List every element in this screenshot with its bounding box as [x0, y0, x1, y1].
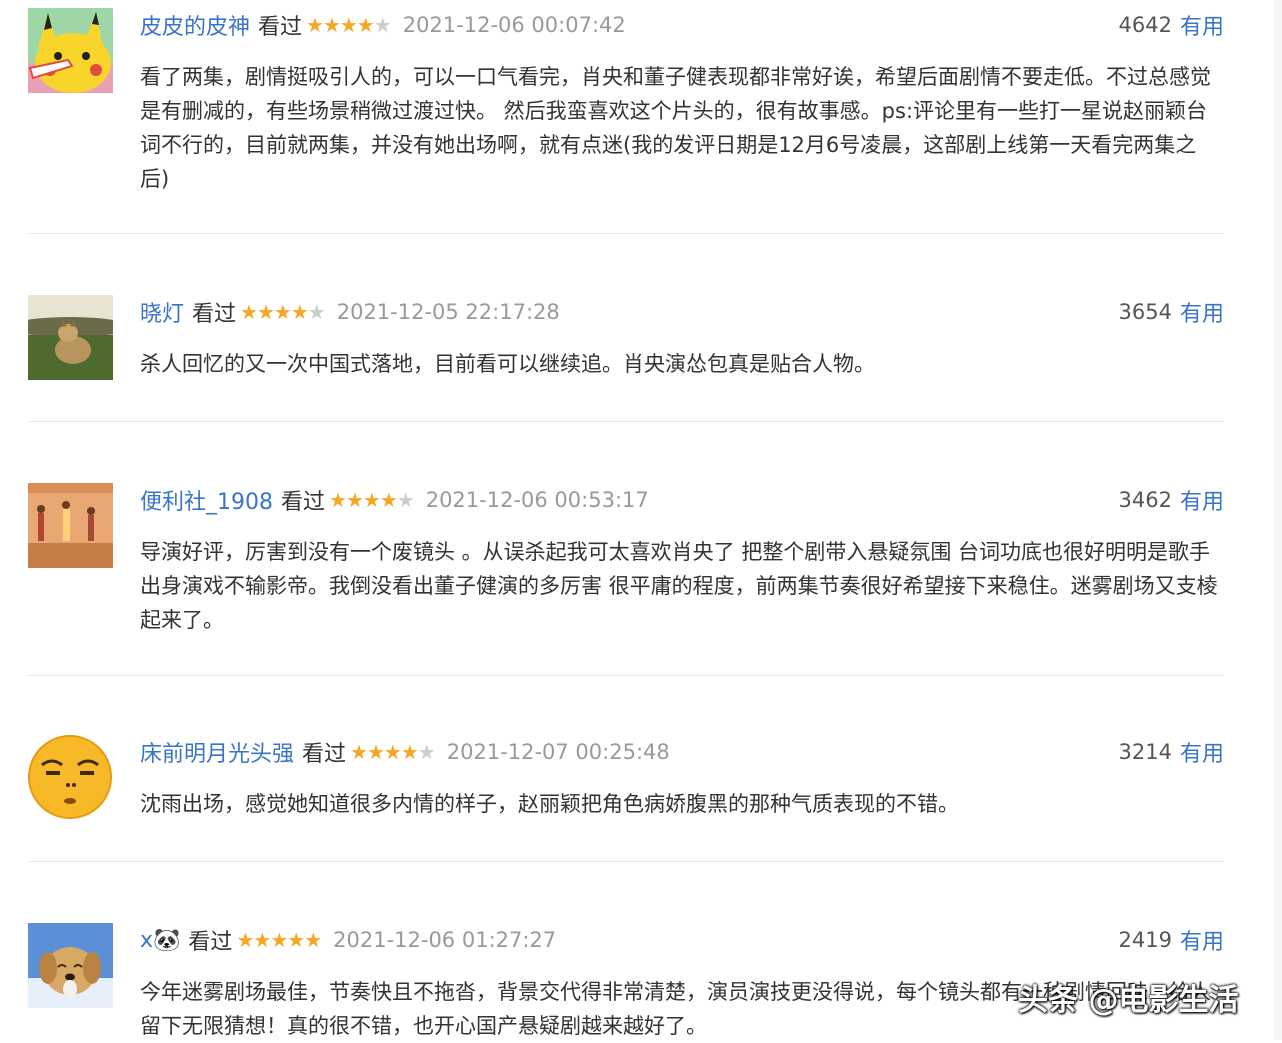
star-filled-icon: ★ [290, 300, 309, 324]
vote-count: 3214 [1118, 740, 1172, 764]
rating-stars: ★ ★ ★ ★ ★ [350, 740, 436, 764]
star-filled-icon: ★ [366, 740, 385, 764]
review-time: 2021-12-06 00:07:42 [402, 13, 626, 37]
vote-count: 2419 [1118, 928, 1172, 952]
star-filled-icon: ★ [329, 488, 347, 512]
avatar[interactable] [28, 735, 113, 820]
star-empty-icon: ★ [396, 488, 415, 512]
vote-area: 3462 有用 [1119, 485, 1224, 515]
rating-stars: ★ ★ ★ ★ ★ [329, 488, 415, 512]
vote-count: 3654 [1118, 300, 1172, 324]
review-header: 床前明月光头强 看过 ★ ★ ★ ★ ★ 2021-12-07 00:25:48 321… [140, 737, 1224, 767]
username-link[interactable]: 皮皮的皮神 [140, 9, 250, 41]
avatar[interactable] [28, 8, 113, 93]
watch-status: 看过 [281, 490, 326, 515]
rating-stars: ★ ★ ★ ★ ★ [306, 13, 392, 37]
avatar[interactable] [28, 295, 113, 380]
star-empty-icon: ★ [307, 300, 326, 324]
review-time: 2021-12-06 00:53:17 [425, 488, 649, 512]
scrollbar[interactable] [1274, 0, 1282, 1040]
star-empty-icon: ★ [373, 13, 392, 37]
avatar[interactable] [28, 483, 113, 568]
star-filled-icon: ★ [240, 300, 258, 324]
star-filled-icon: ★ [383, 740, 402, 764]
review-header: x🐼 看过 ★ ★ ★ ★ ★ 2021-12-06 01:27:27 2419 有用 [140, 925, 1224, 956]
watch-status: 看过 [192, 302, 237, 327]
vote-count: 3462 [1118, 488, 1172, 512]
review-content: 沈雨出场，感觉她知道很多内情的样子，赵丽颖把角色病娇腹黑的那种气质表现的不错。 [140, 792, 959, 816]
review-content: 杀人回忆的又一次中国式落地，目前看可以继续追。肖央演怂包真是贴合人物。 [140, 352, 875, 376]
review-content: 导演好评，厉害到没有一个废镜头 。从误杀起我可太喜欢肖央了 把整个剧带入悬疑氛围… [140, 540, 1218, 632]
star-filled-icon: ★ [287, 928, 305, 952]
star-filled-icon: ★ [339, 13, 358, 37]
username-link[interactable]: 床前明月光头强 [140, 736, 294, 768]
review-time: 2021-12-05 22:17:28 [336, 300, 560, 324]
username-link[interactable]: x🐼 [140, 928, 180, 953]
emoji-face-avatar-icon [28, 735, 113, 820]
watch-status: 看过 [258, 15, 303, 40]
useful-button[interactable]: 有用 [1180, 9, 1224, 41]
useful-button[interactable]: 有用 [1180, 484, 1224, 516]
star-filled-icon: ★ [256, 300, 275, 324]
vote-area: 3214 有用 [1119, 737, 1224, 767]
avatar[interactable] [28, 923, 113, 1008]
divider [28, 675, 1224, 676]
dog-field-avatar-icon [28, 295, 113, 380]
review-content: 看了两集，剧情挺吸引人的，可以一口气看完，肖央和董子健表现都非常好诶，希望后面剧… [140, 65, 1211, 191]
watch-status: 看过 [188, 930, 233, 955]
divider [28, 861, 1224, 862]
runners-avatar-icon [28, 483, 113, 568]
vote-area: 2419 有用 [1119, 925, 1224, 955]
divider [28, 233, 1224, 234]
star-filled-icon: ★ [306, 13, 324, 37]
star-filled-icon: ★ [322, 13, 341, 37]
vote-area: 4642 有用 [1119, 10, 1224, 40]
review-header: 晓灯 看过 ★ ★ ★ ★ ★ 2021-12-05 22:17:28 3654 有用 [140, 297, 1224, 327]
review-header: 便利社_1908 看过 ★ ★ ★ ★ ★ 2021-12-06 00:53:17 34… [140, 485, 1224, 515]
star-filled-icon: ★ [356, 13, 375, 37]
rating-stars: ★ ★ ★ ★ ★ [240, 300, 326, 324]
star-filled-icon: ★ [253, 928, 271, 952]
vote-area: 3654 有用 [1119, 297, 1224, 327]
useful-button[interactable]: 有用 [1180, 296, 1224, 328]
star-filled-icon: ★ [304, 928, 322, 952]
review-header: 皮皮的皮神 看过 ★ ★ ★ ★ ★ 2021-12-06 00:07:42 4642 … [140, 10, 1224, 40]
vote-count: 4642 [1118, 13, 1172, 37]
pikachu-avatar-icon [28, 8, 113, 93]
review-time: 2021-12-06 01:27:27 [333, 928, 557, 952]
puppy-avatar-icon [28, 923, 113, 1008]
review-time: 2021-12-07 00:25:48 [446, 740, 670, 764]
useful-button[interactable]: 有用 [1180, 924, 1224, 956]
star-filled-icon: ★ [345, 488, 364, 512]
star-filled-icon: ★ [379, 488, 398, 512]
divider [28, 421, 1224, 422]
star-filled-icon: ★ [362, 488, 381, 512]
star-filled-icon: ★ [350, 740, 368, 764]
star-filled-icon: ★ [236, 928, 254, 952]
star-filled-icon: ★ [273, 300, 292, 324]
username-link[interactable]: 便利社_1908 [140, 484, 273, 516]
star-filled-icon: ★ [270, 928, 288, 952]
watch-status: 看过 [302, 742, 347, 767]
star-filled-icon: ★ [400, 740, 419, 764]
star-empty-icon: ★ [417, 740, 436, 764]
useful-button[interactable]: 有用 [1180, 736, 1224, 768]
watermark-text: 头条 @电影生活 [1018, 983, 1239, 1018]
rating-stars: ★ ★ ★ ★ ★ [236, 928, 322, 952]
username-link[interactable]: 晓灯 [140, 296, 184, 328]
